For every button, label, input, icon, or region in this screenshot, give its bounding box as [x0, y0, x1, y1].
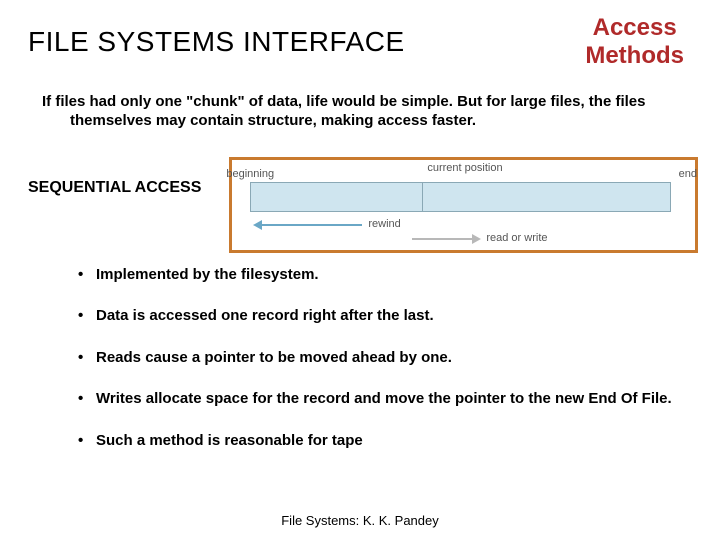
slide-subtitle: Access Methods: [585, 14, 692, 69]
sequential-access-diagram: current position beginning end rewind re…: [229, 157, 698, 253]
readwrite-arrow-line: [412, 238, 472, 240]
intro-paragraph: If files had only one "chunk" of data, l…: [48, 75, 720, 131]
diagram-tape-bar: [250, 182, 671, 212]
diagram-label-end: end: [679, 168, 697, 180]
diagram-label-rewind: rewind: [368, 218, 400, 230]
slide-footer: File Systems: K. K. Pandey: [0, 513, 720, 528]
bullet-list: Implemented by the filesystem. Data is a…: [0, 253, 720, 451]
section-title: SEQUENTIAL ACCESS: [28, 157, 201, 197]
readwrite-arrow-head: [472, 234, 481, 244]
subtitle-line1: Access: [593, 14, 677, 41]
rewind-arrow-line: [262, 224, 362, 226]
list-item: Reads cause a pointer to be moved ahead …: [78, 348, 674, 368]
list-item: Data is accessed one record right after …: [78, 306, 674, 326]
subtitle-line2: Methods: [585, 42, 684, 69]
slide-header: FILE SYSTEMS INTERFACE Access Methods: [0, 0, 720, 75]
diagram-label-current: current position: [427, 162, 502, 174]
list-item: Implemented by the filesystem.: [78, 265, 674, 285]
list-item: Writes allocate space for the record and…: [78, 389, 674, 409]
slide-title: FILE SYSTEMS INTERFACE: [28, 26, 405, 58]
rewind-arrow-head: [253, 220, 262, 230]
list-item: Such a method is reasonable for tape: [78, 431, 674, 451]
diagram-separator: [422, 182, 423, 212]
diagram-label-readwrite: read or write: [486, 232, 547, 244]
section-row: SEQUENTIAL ACCESS current position begin…: [0, 157, 720, 253]
diagram-label-beginning: beginning: [226, 168, 274, 180]
